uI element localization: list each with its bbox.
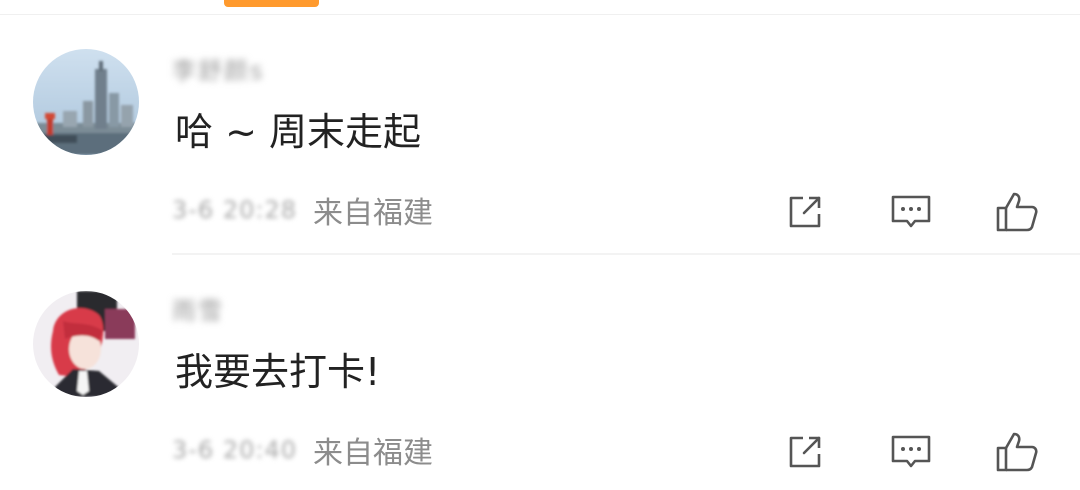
comment-text: 我要去打卡! xyxy=(175,350,381,394)
like-button[interactable] xyxy=(993,188,1041,236)
share-icon xyxy=(789,196,821,228)
share-button[interactable] xyxy=(781,428,829,476)
username[interactable]: 雨雪 xyxy=(172,292,224,325)
thumbs-up-icon xyxy=(996,432,1038,472)
comment-icon xyxy=(891,435,931,468)
timestamp: 3-6 20:40 xyxy=(172,436,297,464)
comment-text: 哈 ~ 周末走起 xyxy=(175,110,421,154)
avatar[interactable] xyxy=(33,291,139,397)
avatar-anime-character-image xyxy=(33,291,139,397)
active-tab-indicator xyxy=(224,0,319,7)
username-text: 李舒颜s xyxy=(172,56,265,85)
comment-list-page: 李舒颜s 哈 ~ 周末走起 3-6 20:28 来自福建 雨雪 我要去打卡! 3… xyxy=(0,0,1080,490)
username[interactable]: 李舒颜s xyxy=(172,52,265,85)
username-text: 雨雪 xyxy=(172,296,224,325)
comment-divider xyxy=(172,253,1080,255)
comment-meta: 3-6 20:28 来自福建 xyxy=(172,190,433,231)
location-label: 来自福建 xyxy=(313,196,433,231)
location-label: 来自福建 xyxy=(313,436,433,471)
avatar[interactable] xyxy=(33,49,139,155)
reply-button[interactable] xyxy=(887,428,935,476)
tab-bar-divider xyxy=(0,14,1080,15)
comment-icon xyxy=(891,195,931,228)
timestamp: 3-6 20:28 xyxy=(172,196,297,224)
like-button[interactable] xyxy=(993,428,1041,476)
comment-meta: 3-6 20:40 来自福建 xyxy=(172,430,433,471)
avatar-city-skyline-image xyxy=(33,49,139,155)
reply-button[interactable] xyxy=(887,188,935,236)
share-button[interactable] xyxy=(781,188,829,236)
thumbs-up-icon xyxy=(996,192,1038,232)
share-icon xyxy=(789,436,821,468)
